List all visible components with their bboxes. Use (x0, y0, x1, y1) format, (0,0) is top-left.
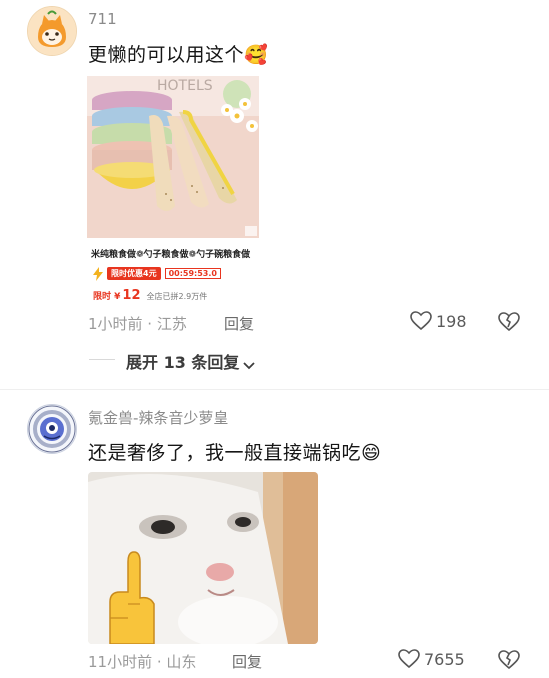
expand-replies-button[interactable]: 展开 13 条回复 (126, 349, 256, 373)
countdown-timer: 00:59:53.0 (164, 267, 221, 279)
comment-body: 还是奢侈了，我一般直接端锅吃 (88, 442, 362, 464)
expand-replies-label: 展开 13 条回复 (126, 353, 240, 372)
price-label: 限时 ¥ (93, 292, 121, 302)
comment-body: 更懒的可以用这个 (88, 44, 245, 66)
heart-icon (398, 649, 420, 669)
like-count: 7655 (424, 649, 465, 669)
chevron-down-icon (243, 356, 256, 370)
dislike-button[interactable] (498, 311, 520, 333)
cat-meme-image (88, 472, 318, 644)
comment-separator (0, 389, 549, 390)
avatar[interactable] (27, 6, 77, 56)
reply-button[interactable]: 回复 (232, 651, 262, 672)
avatar-cartoon-icon (28, 7, 76, 55)
dislike-button[interactable] (498, 649, 520, 671)
avatar[interactable] (27, 404, 77, 454)
bowls-and-spoons-image: HOTELS (87, 76, 259, 238)
like-count: 198 (436, 311, 467, 331)
comment-username[interactable]: 711 (88, 10, 117, 28)
emoji: 🥰 (244, 44, 269, 66)
dislike-icon (498, 312, 520, 336)
svg-text:HOTELS: HOTELS (157, 78, 213, 94)
price-value: 12 (122, 288, 141, 303)
lightning-icon (93, 266, 103, 281)
comment-username[interactable]: 氪金兽-辣条音少萝皇 (88, 407, 228, 428)
product-title: 米纯粮食做❁勺子粮食做❁勺子碗粮食做 (91, 250, 251, 260)
product-image: HOTELS (87, 76, 259, 238)
like-button[interactable]: 7655 (398, 649, 465, 669)
heart-icon (410, 311, 432, 331)
sold-count: 全店已拼2.9万件 (146, 292, 208, 301)
reply-button[interactable]: 回复 (224, 313, 254, 334)
comment-meta: 11小时前 · 山东 (88, 653, 197, 671)
replies-divider (89, 359, 115, 360)
price-row: 限时 ¥ 12 全店已拼2.9万件 (93, 288, 207, 303)
comment-meta: 1小时前 · 江苏 (88, 315, 187, 333)
comment-text: 还是奢侈了，我一般直接端锅吃😄 (88, 438, 381, 465)
product-card[interactable]: HOTELS 米纯粮食做❁勺子粮食做❁勺子碗粮食做 限时优惠4元 00:59:5… (87, 76, 259, 308)
promo-row: 限时优惠4元 00:59:53.0 (93, 266, 221, 281)
comment-image[interactable] (88, 472, 318, 644)
comment-text: 更懒的可以用这个🥰 (88, 40, 268, 67)
avatar-badge-icon (28, 405, 76, 453)
like-button[interactable]: 198 (410, 311, 467, 331)
promo-badge: 限时优惠4元 (107, 266, 161, 280)
emoji: 😄 (361, 442, 382, 464)
dislike-icon (498, 650, 520, 674)
